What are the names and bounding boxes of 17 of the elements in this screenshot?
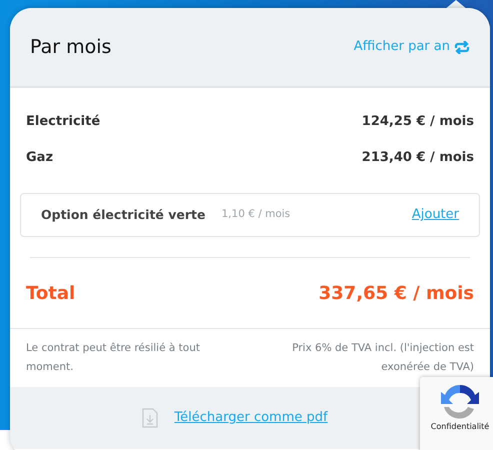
cancellation-note: Le contrat peut être résilié à tout moment. [26, 341, 201, 375]
download-file-icon [142, 408, 158, 428]
add-link[interactable]: Ajouter [412, 205, 459, 225]
line-label: Gaz [26, 148, 54, 166]
line-amount: 213,40 € / mois [362, 148, 474, 166]
privacy-label: Confidentialité [430, 421, 490, 433]
repeat-icon [454, 40, 470, 54]
toggle-link[interactable]: Afficher par an [354, 37, 470, 57]
option-price: 1,10 € / mois [222, 207, 290, 222]
option-label: Option électricité verte [41, 206, 206, 224]
total-amount: 337,65 € / mois [318, 282, 474, 306]
line-amount: 124,25 € / mois [362, 113, 474, 131]
download-link[interactable]: Télécharger comme pdf [174, 408, 328, 428]
card-title: Par mois [30, 34, 112, 60]
vat-note: Prix 6% de TVA incl. (l'injection est exonérée de TVA) [291, 341, 474, 375]
total-label: Total [26, 282, 76, 306]
line-label: Electricité [26, 113, 100, 131]
